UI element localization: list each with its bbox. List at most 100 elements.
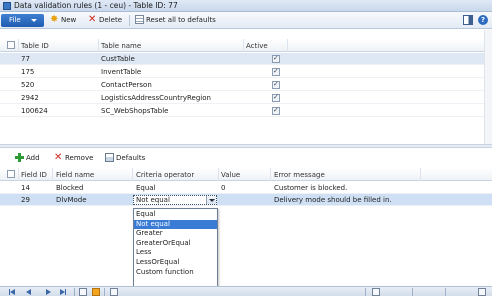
field-id-cell: 29 [21, 196, 30, 204]
select-all-checkbox[interactable] [7, 41, 15, 49]
column-header-active[interactable]: Active [246, 42, 268, 50]
close-status-icon[interactable] [478, 288, 486, 296]
vertical-scrollbar[interactable] [484, 30, 492, 144]
dropdown-option[interactable]: LessOrEqual [134, 258, 217, 268]
remove-x-icon: ✕ [54, 152, 63, 163]
help-icon[interactable]: ? [478, 15, 488, 25]
table-id-cell: 520 [21, 81, 35, 89]
select-all-checkbox[interactable] [7, 170, 15, 178]
company-icon[interactable] [372, 288, 380, 296]
file-menu-button[interactable]: File [1, 14, 44, 27]
table-id-cell: 100624 [21, 107, 48, 115]
record-info-icon[interactable] [92, 288, 100, 296]
column-divider [18, 39, 19, 52]
delete-button[interactable]: ✕ Delete [88, 15, 122, 26]
dropdown-option[interactable]: Greater [134, 229, 217, 239]
defaults-button[interactable]: Defaults [105, 153, 145, 164]
value-cell: 0 [221, 184, 226, 192]
attachments-icon[interactable] [79, 288, 87, 296]
column-divider [287, 39, 288, 52]
tables-grid: Table ID Table name Active 77 CustTable … [0, 39, 484, 144]
field-id-cell: 14 [21, 184, 30, 192]
column-divider [243, 39, 244, 52]
table-row[interactable]: 175 InventTable [0, 66, 484, 78]
table-row[interactable]: 77 CustTable [0, 53, 484, 65]
status-divider [104, 288, 105, 296]
table-name-cell: LogisticsAddressCountryRegion [101, 94, 211, 102]
column-divider [218, 168, 219, 181]
dropdown-option[interactable]: Less [134, 248, 217, 258]
column-header-table-name[interactable]: Table name [101, 42, 141, 50]
panel-icon[interactable] [463, 15, 473, 25]
status-divider [445, 288, 446, 296]
remove-button[interactable]: ✕ Remove [54, 153, 93, 164]
new-button[interactable]: ✸ New [50, 15, 76, 26]
column-header-error-message[interactable]: Error message [274, 171, 325, 179]
combobox-value: Not equal [136, 196, 170, 204]
active-checkbox[interactable] [272, 93, 280, 102]
defaults-icon [105, 153, 114, 162]
table-id-cell: 2942 [21, 94, 39, 102]
table-id-cell: 175 [21, 68, 35, 76]
document-icon[interactable] [110, 288, 118, 296]
rule-row[interactable]: 29 DlvMode Not equal Delivery mode shoul… [0, 194, 492, 206]
column-header-table-id[interactable]: Table ID [21, 42, 49, 50]
new-star-icon: ✸ [50, 14, 59, 25]
reset-grid-icon [135, 15, 144, 24]
chevron-down-icon[interactable] [206, 196, 216, 204]
rule-row[interactable]: 14 Blocked Equal 0 Customer is blocked. [0, 182, 492, 194]
field-name-cell: Blocked [56, 184, 84, 192]
add-plus-icon [15, 153, 24, 162]
status-divider [412, 288, 413, 296]
next-record-icon[interactable] [46, 289, 52, 295]
column-divider [52, 168, 53, 181]
add-label: Add [26, 154, 40, 162]
chevron-down-icon [31, 19, 37, 22]
splitter[interactable] [0, 144, 492, 148]
delete-label: Delete [99, 16, 122, 24]
first-record-icon[interactable] [9, 289, 16, 295]
file-label: File [9, 16, 21, 24]
reset-defaults-button[interactable]: Reset all to defaults [135, 15, 216, 26]
delete-x-icon: ✕ [88, 14, 97, 25]
table-row[interactable]: 100624 SC_WebShopsTable [0, 105, 484, 117]
rules-grid: Field ID Field name Criteria operator Va… [0, 168, 492, 208]
add-button[interactable]: Add [15, 153, 40, 164]
column-divider [132, 168, 133, 181]
active-checkbox[interactable] [272, 106, 280, 115]
title-bar: Data validation rules (1 - ceu) - Table … [0, 0, 492, 12]
active-checkbox[interactable] [272, 54, 280, 63]
dropdown-option[interactable]: Equal [134, 210, 217, 220]
table-name-cell: ContactPerson [101, 81, 152, 89]
table-row[interactable]: 520 ContactPerson [0, 79, 484, 91]
error-message-cell: Customer is blocked. [274, 184, 348, 192]
criteria-operator-combobox[interactable]: Not equal [133, 195, 217, 205]
dropdown-option-highlighted[interactable]: Not equal [134, 219, 217, 230]
table-row[interactable]: 2942 LogisticsAddressCountryRegion [0, 92, 484, 104]
column-header-field-name[interactable]: Field name [56, 171, 94, 179]
field-name-cell: DlvMode [56, 196, 87, 204]
column-divider [420, 168, 421, 181]
column-divider [270, 168, 271, 181]
table-name-cell: CustTable [101, 55, 135, 63]
column-header-value[interactable]: Value [221, 171, 240, 179]
active-checkbox[interactable] [272, 67, 280, 76]
dropdown-option[interactable]: GreaterOrEqual [134, 239, 217, 249]
table-name-cell: InventTable [101, 68, 142, 76]
new-label: New [61, 16, 77, 24]
defaults-label: Defaults [116, 154, 146, 162]
last-record-icon[interactable] [60, 289, 66, 295]
lines-toolbar: Add ✕ Remove Defaults [0, 150, 492, 165]
status-divider [365, 288, 366, 296]
dropdown-option[interactable]: Custom function [134, 268, 217, 278]
main-toolbar: File ✸ New ✕ Delete Reset all to defaults … [0, 12, 492, 29]
column-divider [98, 39, 99, 52]
error-message-cell: Delivery mode should be filled in. [274, 196, 392, 204]
active-checkbox[interactable] [272, 80, 280, 89]
previous-record-icon[interactable] [26, 289, 32, 295]
tables-grid-header: Table ID Table name Active [0, 39, 484, 52]
toolbar-divider [129, 15, 130, 26]
column-header-field-id[interactable]: Field ID [21, 171, 47, 179]
column-header-criteria-operator[interactable]: Criteria operator [136, 171, 194, 179]
reset-label: Reset all to defaults [146, 16, 216, 24]
